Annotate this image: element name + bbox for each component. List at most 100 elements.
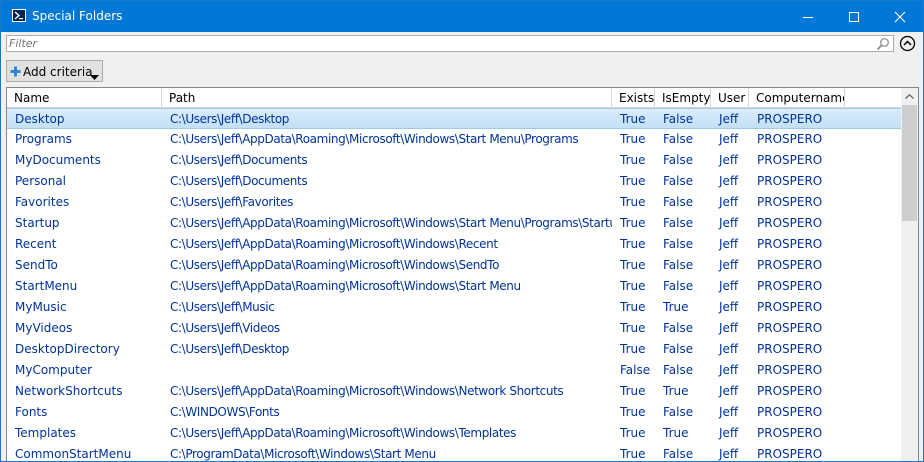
cell-user: Jeff	[719, 405, 739, 419]
cell-exists: True	[620, 174, 646, 188]
add-criteria-label: Add criteria	[23, 65, 93, 79]
cell-name: NetworkShortcuts	[15, 384, 123, 398]
minimize-button[interactable]	[785, 1, 831, 32]
table-row[interactable]: StartMenu C:\Users\Jeff\AppData\Roaming\M…	[7, 276, 901, 297]
cell-user: Jeff	[719, 363, 739, 377]
cell-user: Jeff	[719, 300, 739, 314]
table-row[interactable]: Fonts C:\WINDOWS\Fonts True False Jeff PROSPE…	[7, 402, 901, 423]
search-icon[interactable]	[876, 37, 890, 54]
table-row[interactable]: NetworkShortcuts C:\Users\Jeff\AppData\Ro…	[7, 381, 901, 402]
cell-isempty: False	[663, 216, 694, 230]
special-folders-window: Special Folders Add criteria Name Path	[0, 0, 924, 462]
grid-header: Name Path Exists IsEmpty User Computerna…	[7, 88, 901, 108]
cell-exists: True	[620, 237, 646, 251]
cell-user: Jeff	[719, 237, 739, 251]
cell-user: Jeff	[719, 174, 739, 188]
cell-user: Jeff	[719, 153, 739, 167]
cell-computername: PROSPERO	[757, 384, 823, 398]
cell-path: C:\ProgramData\Microsoft\Windows\Start M…	[170, 447, 436, 461]
cell-isempty: False	[663, 195, 694, 209]
cell-isempty: False	[663, 112, 694, 126]
collapse-button[interactable]	[899, 35, 916, 52]
cell-computername: PROSPERO	[757, 237, 823, 251]
cell-computername: PROSPERO	[757, 216, 823, 230]
cell-computername: PROSPERO	[757, 174, 823, 188]
cell-exists: False	[620, 363, 651, 377]
column-header-computername[interactable]: Computername	[749, 88, 845, 108]
cell-name: Personal	[15, 174, 67, 188]
column-header-name[interactable]: Name	[7, 88, 162, 108]
vertical-scrollbar[interactable]	[901, 88, 918, 461]
column-header-path[interactable]: Path	[162, 88, 612, 108]
table-row[interactable]: DesktopDirectory C:\Users\Jeff\Desktop Tru…	[7, 339, 901, 360]
cell-exists: True	[620, 112, 646, 126]
cell-exists: True	[620, 153, 646, 167]
cell-name: CommonStartMenu	[15, 447, 132, 461]
filter-box	[6, 35, 894, 52]
cell-name: Programs	[15, 132, 72, 146]
cell-user: Jeff	[719, 132, 739, 146]
cell-path: C:\Users\Jeff\Documents	[170, 174, 308, 188]
table-row[interactable]: MyComputer False False Jeff PROSPERO	[7, 360, 901, 381]
cell-computername: PROSPERO	[757, 112, 823, 126]
table-row[interactable]: Recent C:\Users\Jeff\AppData\Roaming\Micr…	[7, 234, 901, 255]
cell-name: Recent	[15, 237, 57, 251]
cell-exists: True	[620, 321, 646, 335]
cell-computername: PROSPERO	[757, 321, 823, 335]
title-bar[interactable]: Special Folders	[1, 1, 923, 32]
table-row[interactable]: MyDocuments C:\Users\Jeff\Documents True Fa…	[7, 150, 901, 171]
column-header-exists[interactable]: Exists	[612, 88, 655, 108]
table-row[interactable]: SendTo C:\Users\Jeff\AppData\Roaming\Micr…	[7, 255, 901, 276]
cell-name: MyDocuments	[15, 153, 101, 167]
table-row[interactable]: CommonStartMenu C:\ProgramData\Microsoft\…	[7, 444, 901, 461]
cell-user: Jeff	[719, 321, 739, 335]
cell-isempty: False	[663, 363, 694, 377]
table-row[interactable]: Desktop C:\Users\Jeff\Desktop True False Jef…	[7, 108, 901, 129]
cell-isempty: False	[663, 279, 694, 293]
table-row[interactable]: Templates C:\Users\Jeff\AppData\Roaming\M…	[7, 423, 901, 444]
cell-path: C:\WINDOWS\Fonts	[170, 405, 280, 419]
cell-exists: True	[620, 300, 646, 314]
cell-computername: PROSPERO	[757, 426, 823, 440]
cell-name: MyVideos	[15, 321, 73, 335]
cell-computername: PROSPERO	[757, 342, 823, 356]
cell-isempty: False	[663, 153, 694, 167]
table-row[interactable]: MyVideos C:\Users\Jeff\Videos True False Jef…	[7, 318, 901, 339]
table-row[interactable]: MyMusic C:\Users\Jeff\Music True True Jeff PR…	[7, 297, 901, 318]
cell-name: DesktopDirectory	[15, 342, 120, 356]
filter-input[interactable]	[9, 36, 869, 51]
maximize-button[interactable]	[831, 1, 877, 32]
cell-computername: PROSPERO	[757, 300, 823, 314]
cell-computername: PROSPERO	[757, 258, 823, 272]
scroll-up-button[interactable]	[901, 88, 918, 105]
table-row[interactable]: Programs C:\Users\Jeff\AppData\Roaming\Mi…	[7, 129, 901, 150]
cell-computername: PROSPERO	[757, 132, 823, 146]
results-grid[interactable]: Name Path Exists IsEmpty User Computerna…	[6, 87, 919, 461]
cell-user: Jeff	[719, 195, 739, 209]
cell-isempty: False	[663, 342, 694, 356]
scroll-up-arrow-icon	[905, 94, 914, 99]
table-row[interactable]: Favorites C:\Users\Jeff\Favorites True Fals…	[7, 192, 901, 213]
cell-exists: True	[620, 384, 646, 398]
cell-path	[162, 360, 612, 380]
cell-user: Jeff	[719, 279, 739, 293]
add-criteria-button[interactable]: Add criteria	[6, 60, 103, 82]
cell-path: C:\Users\Jeff\Desktop	[170, 342, 290, 356]
column-header-isempty[interactable]: IsEmpty	[655, 88, 711, 108]
minimize-icon	[803, 17, 813, 18]
powershell-icon	[12, 9, 26, 22]
cell-name: StartMenu	[15, 279, 78, 293]
scroll-thumb[interactable]	[902, 105, 917, 221]
column-header-user[interactable]: User	[711, 88, 749, 108]
cell-exists: True	[620, 447, 646, 461]
cell-computername: PROSPERO	[757, 279, 823, 293]
cell-exists: True	[620, 342, 646, 356]
cell-isempty: False	[663, 174, 694, 188]
cell-path: C:\Users\Jeff\Videos	[170, 321, 280, 335]
cell-path: C:\Users\Jeff\AppData\Roaming\Microsoft\…	[170, 279, 521, 293]
close-button[interactable]	[877, 1, 923, 32]
table-row[interactable]: Personal C:\Users\Jeff\Documents True False…	[7, 171, 901, 192]
cell-computername: PROSPERO	[757, 363, 823, 377]
table-row[interactable]: Startup C:\Users\Jeff\AppData\Roaming\Mic…	[7, 213, 901, 234]
cell-path: C:\Users\Jeff\Music	[170, 300, 275, 314]
